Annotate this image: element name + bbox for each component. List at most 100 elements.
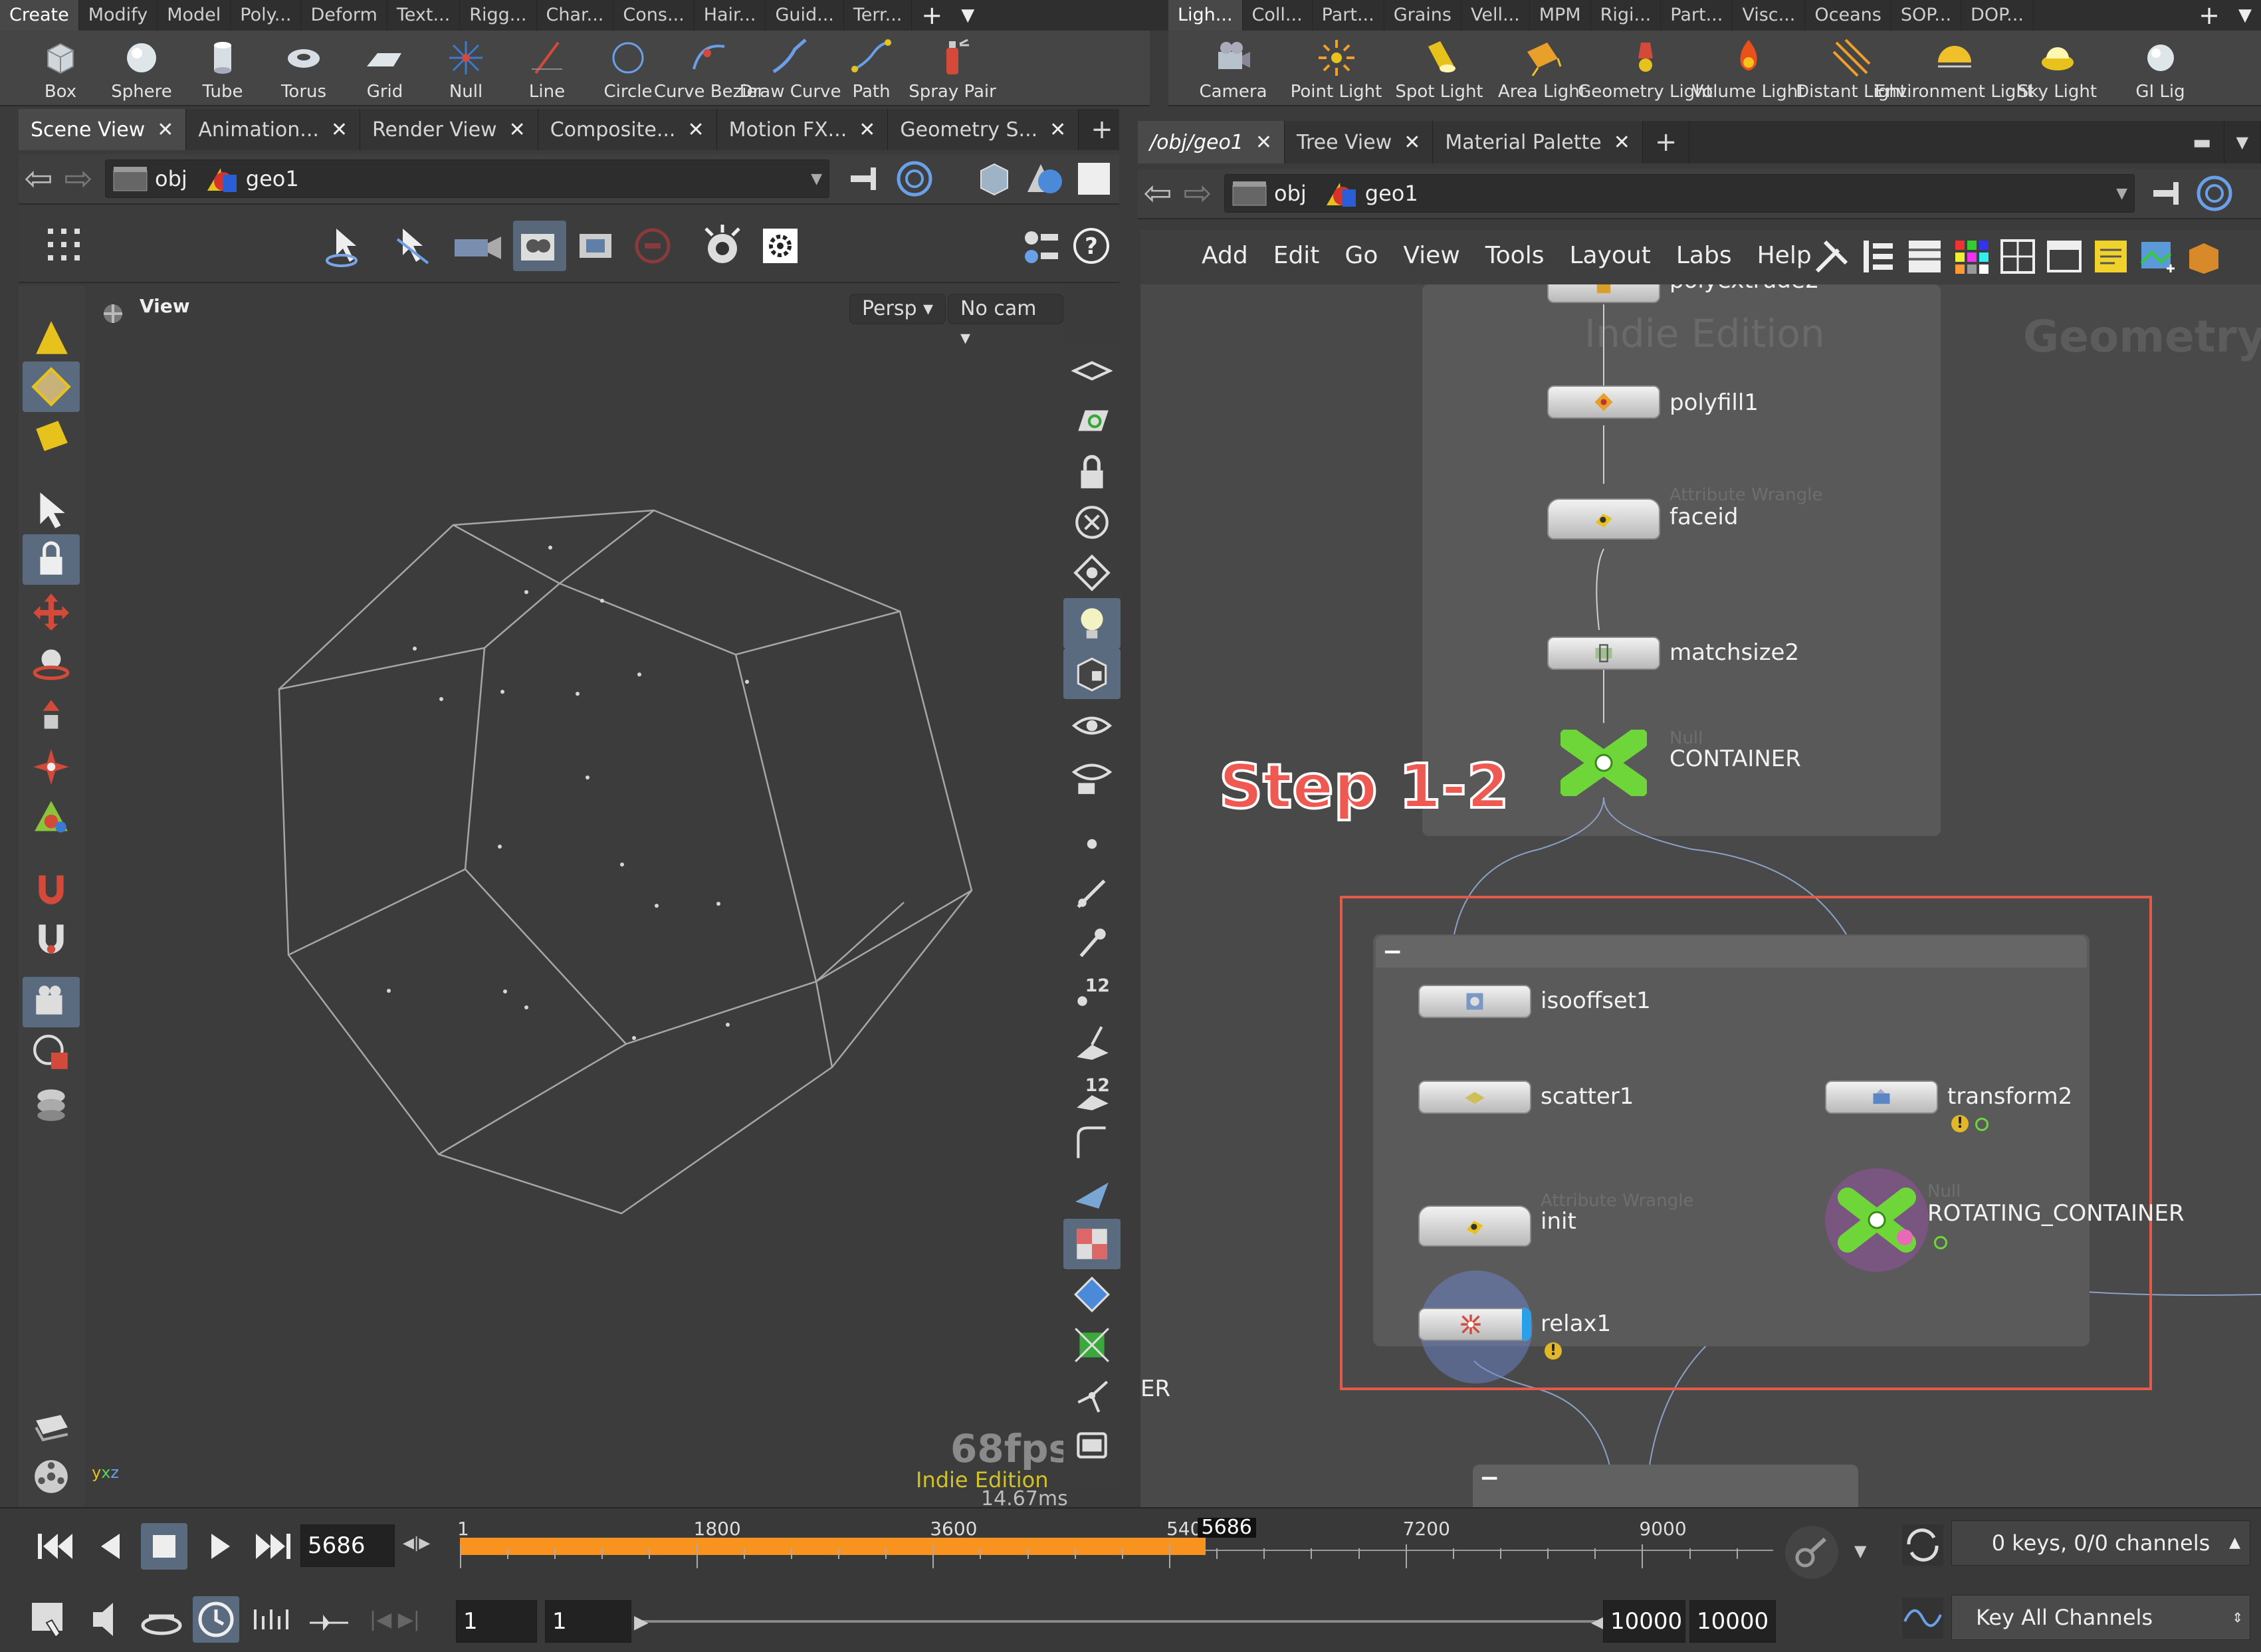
play-button[interactable] (197, 1523, 243, 1570)
uv-layout-tool[interactable] (1063, 1269, 1121, 1320)
snap-options-tool[interactable] (23, 913, 80, 964)
network-pane-menu-icon[interactable]: ▼ (2224, 121, 2261, 163)
shelf-tab-11[interactable]: Terr... (844, 0, 913, 31)
pin-icon[interactable] (848, 162, 888, 195)
shelf-tab-8[interactable]: Cons... (613, 0, 695, 31)
shelf-tab-0[interactable]: Ligh... (1168, 0, 1243, 31)
pane-tab-0[interactable]: Scene View ✕ (19, 109, 187, 150)
shelf-tool-tube[interactable]: Tube (182, 31, 263, 105)
stop-button[interactable] (141, 1523, 187, 1570)
shelf-tab-2[interactable]: Part... (1313, 0, 1384, 31)
shelf-tab-10[interactable]: Guid... (766, 0, 844, 31)
timeline-options-icon[interactable] (27, 1596, 73, 1643)
network-menu-help[interactable]: Help (1757, 242, 1812, 269)
shelf-tool-path[interactable]: Path (831, 31, 912, 105)
node-scatter1[interactable] (1418, 1081, 1531, 1114)
shelf-tool-line[interactable]: Line (506, 31, 588, 105)
network-path-root[interactable]: obj (1274, 181, 1307, 206)
pane-tab-0[interactable]: /obj/geo1 ✕ (1138, 121, 1285, 163)
prev-next-key-icons[interactable]: |◀ ▶| (370, 1608, 420, 1631)
shelf-tool-spray-pair[interactable]: Spray Pair (909, 31, 996, 105)
transform2-warning-icon[interactable]: ! (1951, 1115, 1969, 1132)
close-tab-icon[interactable]: ✕ (157, 118, 173, 142)
node-faceid[interactable] (1547, 498, 1660, 540)
network-pin-icon[interactable] (2151, 177, 2191, 210)
network-box-bottom[interactable]: − (1473, 1465, 1858, 1507)
playhead-label[interactable]: 5686 (1197, 1518, 1256, 1538)
sticky-note-icon[interactable] (2091, 237, 2131, 276)
network-menu-layout[interactable]: Layout (1569, 242, 1650, 269)
shading-icon[interactable] (1021, 159, 1067, 199)
shelf-tab-4[interactable]: Deform (301, 0, 387, 31)
step-frame-icons[interactable]: ◀|▶ (403, 1535, 430, 1552)
cube-view-icon[interactable] (974, 159, 1014, 199)
render-region-icon[interactable] (699, 222, 746, 268)
network-back-arrow-icon[interactable]: ⇦ (1138, 173, 1178, 213)
network-menu-view[interactable]: View (1403, 242, 1459, 269)
layer-tool[interactable] (1063, 1419, 1121, 1470)
select-tool[interactable] (23, 485, 80, 536)
shelf-tab-7[interactable]: Part... (1661, 0, 1733, 31)
primitive-numbers-tool[interactable]: 12 (1063, 1067, 1121, 1118)
hull-display-tool[interactable] (1063, 1118, 1121, 1168)
link-circle-icon[interactable] (895, 159, 934, 199)
lock-select-tool[interactable] (23, 534, 80, 585)
node-rotating-container[interactable] (1825, 1168, 1929, 1272)
transform2-flag-icon[interactable] (1975, 1118, 1989, 1131)
jump-start-button[interactable] (32, 1523, 78, 1570)
current-frame-field[interactable]: 5686 (300, 1524, 395, 1567)
select-primitives-tool[interactable] (23, 411, 80, 461)
network-path-dropdown-icon[interactable]: ▼ (2116, 185, 2127, 202)
normals-tool[interactable] (1063, 868, 1121, 918)
color-palette-icon[interactable] (1951, 237, 1991, 276)
close-tab-icon[interactable]: ✕ (509, 118, 526, 142)
handle-tool[interactable] (23, 792, 80, 843)
shelf-tab-6[interactable]: Rigg... (460, 0, 537, 31)
back-arrow-icon[interactable]: ⇦ (19, 159, 58, 199)
network-link-icon[interactable] (2195, 173, 2234, 213)
lock-camera-tool[interactable] (1063, 447, 1121, 497)
playback-end-field[interactable]: 10000 (1689, 1600, 1776, 1643)
transform-tool[interactable] (23, 742, 80, 792)
shelf-tab-9[interactable]: Hair... (695, 0, 766, 31)
range-slider-track[interactable] (641, 1620, 1604, 1623)
node-init[interactable] (1418, 1205, 1531, 1247)
path-root[interactable]: obj (155, 166, 187, 191)
audio-icon[interactable] (85, 1596, 132, 1643)
light-tool[interactable] (23, 1078, 80, 1128)
select-points-tool[interactable] (23, 312, 80, 363)
key-menu-arrow-icon[interactable]: ▼ (1854, 1542, 1866, 1560)
shelf-tab-2[interactable]: Model (158, 0, 231, 31)
shelf-tab-1[interactable]: Modify (79, 0, 158, 31)
realtime-toggle-icon[interactable] (1899, 1522, 1946, 1568)
pane-tab-2[interactable]: Material Palette ✕ (1433, 121, 1643, 163)
camera-snapshot-toggle[interactable] (513, 221, 566, 271)
shelf-tab-5[interactable]: Text... (387, 0, 461, 31)
shelf-tab-4[interactable]: Vell... (1461, 0, 1530, 31)
add-tab-button[interactable]: + (1079, 109, 1119, 150)
background-image-icon[interactable] (2137, 237, 2177, 276)
end-frame-field[interactable]: 10000 (1603, 1600, 1685, 1643)
pane-tab-2[interactable]: Render View ✕ (360, 109, 538, 150)
shelf-tab-8[interactable]: Visc... (1733, 0, 1806, 31)
render-region-tool[interactable] (23, 1027, 80, 1078)
keys-status-arrow-icon[interactable]: ▲ (2229, 1521, 2240, 1565)
real-time-toggle[interactable] (193, 1596, 239, 1643)
grid-menu-icon[interactable] (45, 226, 85, 266)
network-path-field[interactable]: obj geo1 ▼ (1224, 174, 2135, 213)
shelf-tab-0[interactable]: Create (0, 0, 79, 31)
add-shelf-button[interactable]: + (912, 0, 952, 31)
audio-key-icon[interactable] (1778, 1519, 1845, 1586)
grid-layout-icon[interactable] (1998, 237, 2038, 276)
node-matchsize2[interactable] (1547, 637, 1660, 670)
camera-tool[interactable] (23, 977, 80, 1027)
network-menu-tools[interactable]: Tools (1485, 242, 1545, 269)
help-icon[interactable]: ? (1071, 226, 1111, 266)
primitive-normals-tool[interactable] (1063, 1017, 1121, 1067)
tools-wrench-icon[interactable] (1812, 237, 1852, 276)
close-tab-icon[interactable]: ✕ (1255, 131, 1272, 154)
asset-box-icon[interactable] (2184, 237, 2224, 276)
shelf-tool-null[interactable]: Null (425, 31, 506, 105)
render-stop-icon[interactable] (633, 226, 673, 266)
network-box-header[interactable]: − (1376, 936, 2087, 968)
